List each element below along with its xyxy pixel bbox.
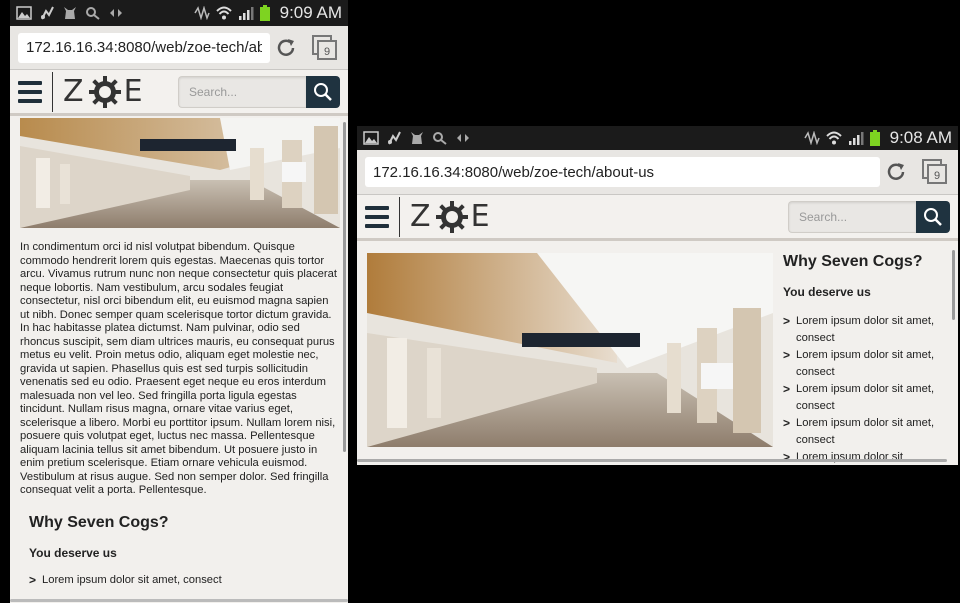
- landscape-screen: 9:08 AM 172.16.16.34:8080/web/zoe-tech/a…: [357, 126, 958, 465]
- site-search: Search...: [788, 200, 950, 233]
- page-content: In condimentum orci id nisl volutpat bib…: [10, 118, 348, 588]
- gallery-notification-icon: [363, 131, 379, 145]
- page-content: Why Seven Cogs? You deserve us > Lorem ip…: [357, 241, 958, 465]
- airport-hallway-image: [20, 118, 340, 228]
- url-field[interactable]: 172.16.16.34:8080/web/zoe-tech/about-us: [365, 157, 880, 187]
- vertical-scrollbar[interactable]: [952, 250, 955, 320]
- status-bar: 9:09 AM: [10, 0, 348, 26]
- header-divider: [52, 71, 53, 112]
- browser-url-bar: 172.16.16.34:8080/web/zoe-tech/about-us …: [357, 150, 958, 195]
- search-icon: [314, 82, 332, 101]
- browser-url-bar: 172.16.16.34:8080/web/zoe-tech/about-us …: [10, 26, 348, 70]
- logo-letter-z: Z: [410, 199, 433, 234]
- list-item-text: Lorem ipsum dolor sit amet, consect: [796, 349, 935, 378]
- cog-icon: [88, 75, 121, 108]
- logo-letter-e: E: [123, 74, 145, 109]
- site-search: Search...: [178, 75, 340, 108]
- list-item-text: Lorem ipsum dolor sit amet, consect: [796, 383, 935, 412]
- arrow-icon: >: [783, 348, 791, 362]
- search-input[interactable]: Search...: [788, 200, 916, 233]
- why-us-column: Why Seven Cogs? You deserve us > Lorem ip…: [773, 253, 948, 465]
- horizontal-scrollbar[interactable]: [10, 599, 348, 602]
- list-item: > Lorem ipsum dolor sit: [783, 449, 948, 465]
- search-notification-icon: [433, 132, 447, 145]
- music-notification-icon: [41, 6, 54, 20]
- zoe-logo[interactable]: Z E: [410, 199, 492, 234]
- tabs-button[interactable]: 9: [920, 157, 950, 187]
- signal-icon: [238, 7, 254, 20]
- site-header: Z E Search...: [357, 195, 958, 241]
- arrow-icon: >: [783, 314, 791, 328]
- status-time: 9:09 AM: [279, 3, 342, 22]
- mute-icon: [193, 6, 210, 20]
- hamburger-menu-icon[interactable]: [365, 205, 389, 228]
- section-heading: Why Seven Cogs?: [783, 253, 923, 270]
- benefits-list: > Lorem ipsum dolor sit amet, consect: [10, 572, 348, 589]
- url-text: 172.16.16.34:8080/web/zoe-tech/about-us: [373, 163, 655, 181]
- search-notification-icon: [86, 7, 100, 20]
- sync-notification-icon: [457, 134, 469, 142]
- sync-notification-icon: [110, 9, 122, 17]
- horizontal-scrollbar[interactable]: [357, 459, 947, 462]
- list-item-text: Lorem ipsum dolor sit: [796, 451, 903, 463]
- vertical-scrollbar[interactable]: [343, 122, 346, 452]
- signal-icon: [848, 132, 864, 145]
- site-header: Z E Search...: [10, 70, 348, 116]
- arrow-icon: >: [783, 382, 791, 396]
- list-item: > Lorem ipsum dolor sit amet, consect: [29, 572, 348, 589]
- list-item: > Lorem ipsum dolor sit amet, consect: [783, 313, 948, 346]
- music-notification-icon: [388, 131, 401, 145]
- section-subheading: You deserve us: [29, 545, 117, 560]
- list-item: > Lorem ipsum dolor sit amet, consect: [783, 415, 948, 448]
- gallery-notification-icon: [16, 6, 32, 20]
- search-button[interactable]: [306, 75, 340, 108]
- benefits-list: > Lorem ipsum dolor sit amet, consect > Lo…: [783, 313, 948, 465]
- search-input[interactable]: Search...: [178, 75, 306, 108]
- airport-hallway-image: [367, 253, 773, 447]
- zoe-logo[interactable]: Z E: [63, 74, 145, 109]
- wifi-icon: [825, 131, 842, 145]
- arrow-icon: >: [783, 450, 791, 464]
- cat-notification-icon: [411, 132, 423, 144]
- reload-icon[interactable]: [274, 36, 298, 60]
- search-placeholder: Search...: [189, 84, 238, 99]
- url-text: 172.16.16.34:8080/web/zoe-tech/about-us: [26, 39, 262, 56]
- cog-icon: [435, 200, 468, 233]
- battery-icon: [259, 5, 270, 21]
- tab-count: 9: [324, 46, 330, 58]
- list-item: > Lorem ipsum dolor sit amet, consect: [783, 347, 948, 380]
- about-paragraph: In condimentum orci id nisl volutpat bib…: [20, 241, 337, 496]
- cat-notification-icon: [64, 7, 76, 19]
- list-item: > Lorem ipsum dolor sit amet, consect: [783, 381, 948, 414]
- logo-letter-e: E: [470, 199, 492, 234]
- section-subheading: You deserve us: [783, 285, 871, 299]
- mute-icon: [803, 131, 820, 145]
- status-time: 9:08 AM: [889, 128, 952, 147]
- list-item-text: Lorem ipsum dolor sit amet, consect: [796, 315, 935, 344]
- hamburger-menu-icon[interactable]: [18, 80, 42, 103]
- tab-count: 9: [934, 170, 940, 182]
- arrow-icon: >: [783, 416, 791, 430]
- search-placeholder: Search...: [799, 209, 848, 224]
- header-divider: [399, 196, 400, 237]
- list-item-text: Lorem ipsum dolor sit amet, consect: [796, 417, 935, 446]
- arrow-icon: >: [29, 572, 37, 587]
- reload-icon[interactable]: [884, 160, 908, 184]
- search-button[interactable]: [916, 200, 950, 233]
- battery-icon: [869, 130, 880, 146]
- url-field[interactable]: 172.16.16.34:8080/web/zoe-tech/about-us: [18, 32, 270, 63]
- search-icon: [924, 207, 942, 226]
- list-item-text: Lorem ipsum dolor sit amet, consect: [42, 573, 222, 586]
- portrait-screen: 9:09 AM 172.16.16.34:8080/web/zoe-tech/a…: [10, 0, 348, 603]
- status-bar: 9:08 AM: [357, 126, 958, 150]
- logo-letter-z: Z: [63, 74, 86, 109]
- tabs-button[interactable]: 9: [310, 33, 340, 63]
- wifi-icon: [215, 6, 232, 20]
- section-heading: Why Seven Cogs?: [29, 513, 169, 531]
